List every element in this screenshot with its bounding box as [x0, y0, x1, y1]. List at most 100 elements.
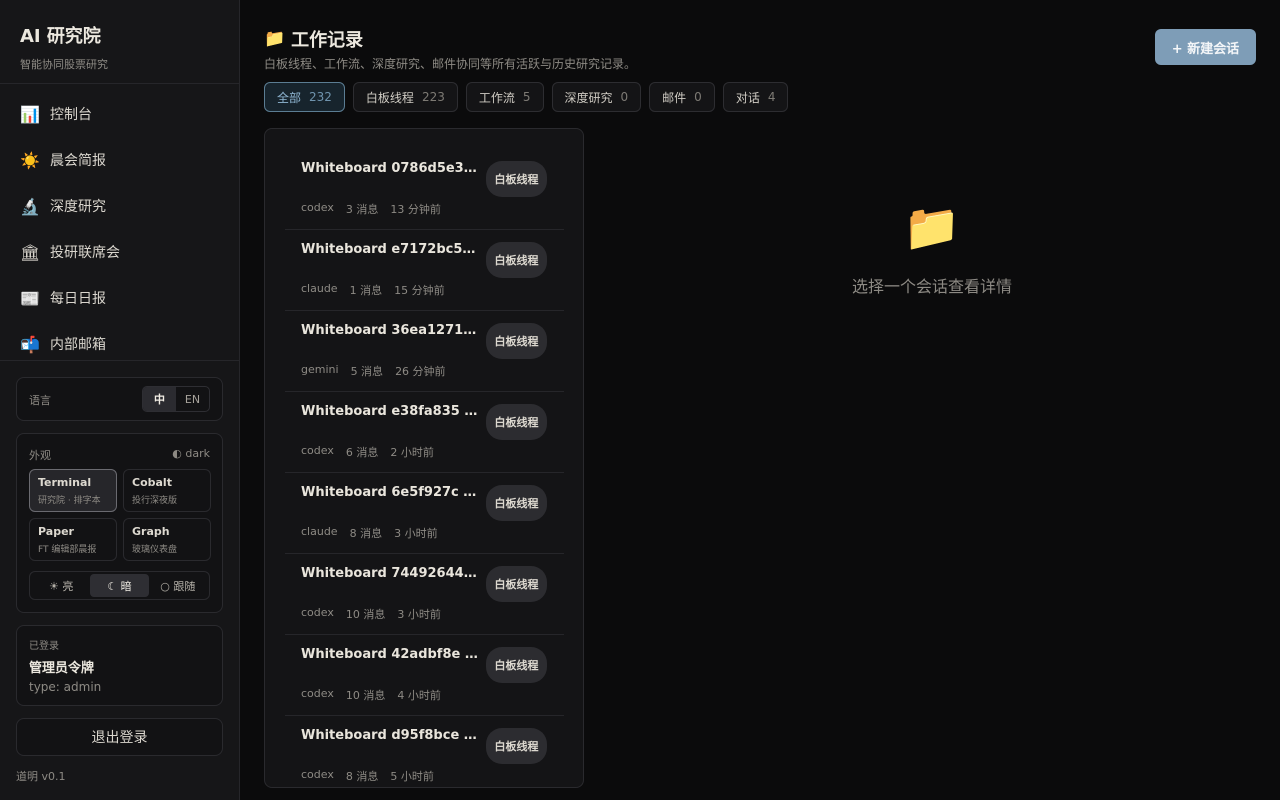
session-agent: codex [301, 687, 334, 700]
session-message-count: 5 消息 [350, 365, 384, 378]
session-time: 15 分钟前 [394, 284, 445, 297]
session-message-count: 6 消息 [345, 446, 379, 459]
session-agent: gemini [301, 363, 339, 376]
session-type-badge: 白板线程 [486, 566, 547, 602]
session-meta: claude 8 消息 3 小时前 [301, 525, 450, 541]
session-type-badge: 白板线程 [486, 728, 547, 764]
tab-deep-research[interactable]: 深度研究 0 [551, 82, 642, 112]
session-title: Whiteboard e38fa835 · S... [301, 404, 479, 419]
login-type: type: admin [29, 680, 102, 694]
sidebar-nav: 📊 控制台 ☀️ 晨会简报 🔬 深度研究 🏛 投研联席会 📰 每日日报 📬 内部… [0, 91, 239, 367]
tab-all[interactable]: 全部 232 [264, 82, 345, 112]
session-agent: codex [301, 444, 334, 457]
sidebar-item-dashboard[interactable]: 📊 控制台 [0, 91, 239, 137]
session-type-badge: 白板线程 [486, 242, 547, 278]
tab-count: 223 [421, 90, 445, 104]
language-card: 语言 中 EN [16, 377, 223, 421]
session-meta: gemini 5 消息 26 分钟前 [301, 363, 458, 379]
sidebar-item-morning-brief[interactable]: ☀️ 晨会简报 [0, 137, 239, 183]
page-title: 📁 工作记录 [264, 26, 363, 52]
language-option-en[interactable]: EN [176, 387, 209, 411]
theme-desc: 玻璃仪表盘 [132, 545, 178, 555]
tab-label: 白板线程 [365, 90, 414, 105]
sidebar: AI 研究院 智能协同股票研究 📊 控制台 ☀️ 晨会简报 🔬 深度研究 🏛 投… [0, 0, 240, 800]
sidebar-item-label: 晨会简报 [50, 153, 106, 169]
session-type-badge: 白板线程 [486, 404, 547, 440]
session-item[interactable]: Whiteboard 36ea1271 · S... 白板线程 gemini 5… [285, 311, 564, 392]
newspaper-icon: 📰 [20, 288, 40, 308]
new-session-button[interactable]: + 新建会话 [1155, 29, 1256, 65]
login-name: 管理员令牌 [29, 661, 95, 676]
session-title: Whiteboard 0786d5e3 · S... [301, 161, 479, 176]
session-meta: codex 3 消息 13 分钟前 [301, 201, 453, 217]
session-item[interactable]: Whiteboard 74492644 · S... 白板线程 codex 10… [285, 554, 564, 635]
session-message-count: 8 消息 [349, 527, 383, 540]
session-title: Whiteboard 42adbf8e · S... [301, 647, 479, 662]
session-message-count: 8 消息 [345, 770, 379, 783]
theme-graph[interactable]: Graph 玻璃仪表盘 [123, 518, 211, 561]
tab-label: 邮件 [662, 90, 687, 105]
session-agent: codex [301, 606, 334, 619]
filter-tabs: 全部 232 白板线程 223 工作流 5 深度研究 0 邮件 0 对话 4 [264, 82, 796, 112]
sidebar-item-label: 投研联席会 [50, 245, 120, 261]
mode-system-button[interactable]: ○ 跟随 [149, 574, 207, 597]
session-title: Whiteboard d95f8bce · S... [301, 728, 479, 743]
tab-label: 工作流 [478, 90, 515, 105]
mode-light-button[interactable]: ☀ 亮 [32, 574, 90, 597]
session-title: Whiteboard 6e5f927c · S... [301, 485, 479, 500]
session-title: Whiteboard 36ea1271 · S... [301, 323, 479, 338]
session-agent: claude [301, 282, 338, 295]
institution-icon: 🏛 [20, 242, 41, 262]
theme-terminal[interactable]: Terminal 研究院 · 排字本 [29, 469, 117, 512]
session-item[interactable]: Whiteboard d95f8bce · S... 白板线程 codex 8 … [285, 716, 564, 787]
logout-button[interactable]: 退出登录 [16, 718, 223, 756]
theme-desc: 研究院 · 排字本 [38, 496, 101, 506]
theme-desc: 投行深夜版 [132, 496, 178, 506]
sun-icon: ☀️ [20, 150, 40, 170]
sidebar-item-deep-research[interactable]: 🔬 深度研究 [0, 183, 239, 229]
session-item[interactable]: Whiteboard e38fa835 · S... 白板线程 codex 6 … [285, 392, 564, 473]
empty-state-text: 选择一个会话查看详情 [851, 277, 1012, 296]
session-meta: codex 8 消息 5 小时前 [301, 768, 446, 784]
sidebar-item-label: 深度研究 [50, 199, 106, 215]
theme-paper[interactable]: Paper FT 编辑部晨报 [29, 518, 117, 561]
session-time: 3 小时前 [397, 608, 441, 621]
tab-chat[interactable]: 对话 4 [722, 82, 789, 112]
session-item[interactable]: Whiteboard 6e5f927c · S... 白板线程 claude 8… [285, 473, 564, 554]
session-item[interactable]: Whiteboard e7172bc5 · S... 白板线程 claude 1… [285, 230, 564, 311]
session-type-badge: 白板线程 [486, 485, 547, 521]
language-option-zh[interactable]: 中 [143, 387, 176, 411]
session-item[interactable]: Whiteboard 42adbf8e · S... 白板线程 codex 10… [285, 635, 564, 716]
sidebar-item-label: 每日日报 [50, 291, 106, 307]
tab-label: 全部 [277, 90, 302, 105]
language-label: 语言 [29, 394, 51, 407]
session-list-panel[interactable]: Whiteboard 0786d5e3 · S... 白板线程 codex 3 … [264, 128, 584, 788]
appearance-mode-indicator: ◐ dark [172, 447, 210, 460]
sidebar-item-daily-report[interactable]: 📰 每日日报 [0, 275, 239, 321]
login-card: 已登录 管理员令牌 type: admin [16, 625, 223, 706]
session-meta: codex 6 消息 2 小时前 [301, 444, 446, 460]
session-agent: claude [301, 525, 338, 538]
session-type-badge: 白板线程 [486, 647, 547, 683]
session-message-count: 10 消息 [345, 689, 386, 702]
session-agent: codex [301, 768, 334, 781]
sidebar-item-label: 控制台 [50, 107, 92, 123]
sidebar-item-joint-meeting[interactable]: 🏛 投研联席会 [0, 229, 239, 275]
tab-workflow[interactable]: 工作流 5 [465, 82, 544, 112]
theme-cobalt[interactable]: Cobalt 投行深夜版 [123, 469, 211, 512]
tab-count: 5 [522, 90, 531, 104]
page-subtitle: 白板线程、工作流、深度研究、邮件协同等所有活跃与历史研究记录。 [264, 57, 637, 71]
tab-whiteboard[interactable]: 白板线程 223 [352, 82, 458, 112]
session-item[interactable]: Whiteboard 0786d5e3 · S... 白板线程 codex 3 … [285, 149, 564, 230]
mode-dark-button[interactable]: ☾ 暗 [90, 574, 149, 597]
tab-email[interactable]: 邮件 0 [649, 82, 715, 112]
session-type-badge: 白板线程 [486, 323, 547, 359]
session-title: Whiteboard 74492644 · S... [301, 566, 479, 581]
chart-icon: 📊 [20, 104, 40, 124]
session-time: 4 小时前 [397, 689, 441, 702]
page-title-text: 工作记录 [291, 30, 364, 51]
session-meta: codex 10 消息 3 小时前 [301, 606, 453, 622]
tab-count: 4 [767, 90, 776, 104]
brand: AI 研究院 智能协同股票研究 [20, 22, 108, 72]
mailbox-icon: 📬 [20, 334, 40, 354]
